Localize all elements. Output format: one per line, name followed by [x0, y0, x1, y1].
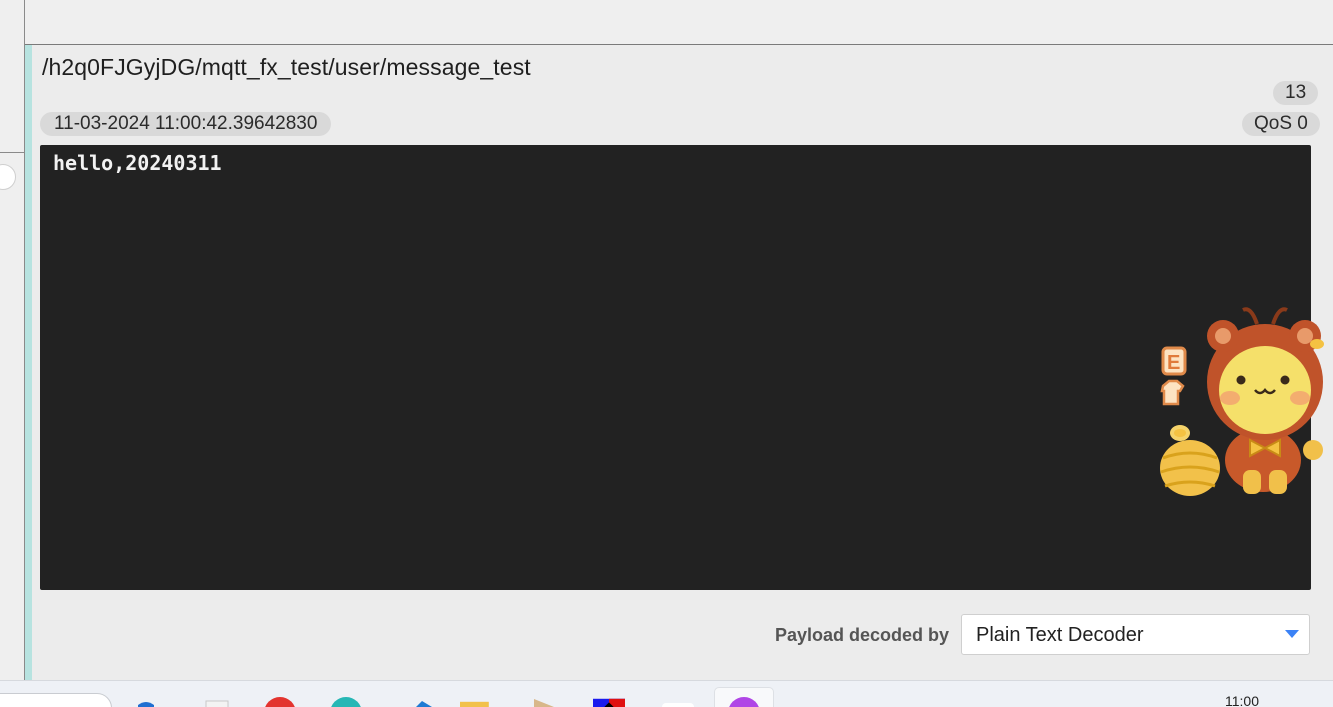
- taskbar-search-box[interactable]: [0, 693, 112, 707]
- payload-viewer[interactable]: hello,20240311: [40, 145, 1311, 590]
- decoder-label: Payload decoded by: [775, 625, 950, 645]
- svg-text:E: E: [1167, 352, 1180, 374]
- message-timestamp: 11-03-2024 11:00:42.39642830: [40, 112, 332, 136]
- message-count-badge: 13: [1273, 81, 1319, 105]
- bee-bear-mascot-sticker: E: [1160, 307, 1324, 496]
- chevron-down-icon: [1285, 630, 1299, 638]
- qos-badge: QoS 0: [1242, 112, 1320, 136]
- left-pane-edge: [0, 0, 25, 680]
- decoder-dropdown[interactable]: Plain Text Decoder: [961, 614, 1310, 655]
- message-topic: /h2q0FJGyjDG/mqtt_fx_test/user/message_t…: [42, 54, 531, 80]
- payload-text: hello,20240311: [53, 151, 222, 175]
- top-panel: [0, 0, 1333, 45]
- message-accent-bar: [25, 45, 32, 680]
- taskbar-clock[interactable]: 11:00: [1225, 693, 1259, 707]
- os-taskbar: 11:00: [0, 680, 1333, 707]
- decoder-selected-value: Plain Text Decoder: [976, 624, 1144, 646]
- left-pane-divider: [0, 152, 24, 153]
